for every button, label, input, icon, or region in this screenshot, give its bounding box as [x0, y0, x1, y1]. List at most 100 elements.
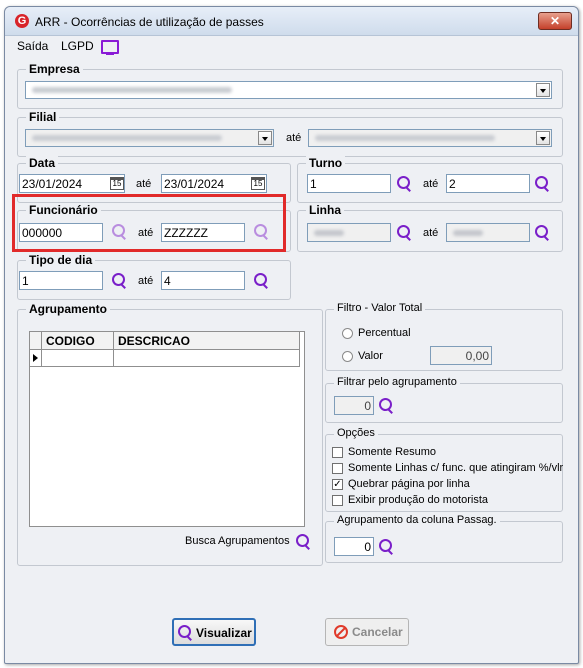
filial-group: Filial até: [17, 110, 563, 157]
busca-agrupamentos-label[interactable]: Busca Agrupamentos: [185, 535, 290, 547]
chevron-down-icon[interactable]: [536, 131, 550, 145]
agrupamento-coluna-label: Agrupamento da coluna Passag.: [334, 514, 500, 526]
calendar-icon[interactable]: 15: [251, 177, 265, 190]
agrupamento-label: Agrupamento: [26, 302, 110, 316]
menu-bar: Saída LGPD: [5, 36, 578, 56]
empresa-label: Empresa: [26, 62, 83, 76]
close-icon: ✕: [549, 14, 561, 28]
search-icon[interactable]: [378, 538, 395, 555]
search-icon[interactable]: [396, 175, 413, 192]
turno-from-input[interactable]: 1: [307, 174, 391, 193]
tipo-dia-group: Tipo de dia 1 até 4: [17, 253, 291, 300]
search-icon: [177, 624, 194, 641]
linha-label: Linha: [306, 203, 344, 217]
checkbox-somente-resumo-label[interactable]: Somente Resumo: [348, 446, 436, 458]
close-button[interactable]: ✕: [538, 12, 572, 30]
checkbox-quebrar-pagina-label[interactable]: Quebrar página por linha: [348, 478, 470, 490]
filtrar-agrupamento-value: 0: [364, 399, 371, 413]
grid-header-codigo[interactable]: CODIGO: [42, 332, 114, 350]
tipo-dia-from-value: 1: [22, 274, 29, 288]
filial-to-value-redacted: [315, 135, 495, 141]
grid-header-descricao[interactable]: DESCRICAO: [114, 332, 300, 350]
agrupamento-grid[interactable]: CODIGO DESCRICAO: [29, 331, 305, 527]
turno-group: Turno 1 até 2: [297, 156, 563, 203]
radio-valor[interactable]: [342, 351, 353, 362]
row-pointer-icon: [30, 350, 42, 367]
cancel-icon: [334, 625, 348, 639]
empresa-select[interactable]: [25, 81, 552, 99]
search-icon[interactable]: [111, 272, 128, 289]
grid-cell-codigo[interactable]: [42, 350, 114, 367]
checkbox-somente-resumo[interactable]: [332, 447, 343, 458]
checkbox-exibir-producao[interactable]: [332, 495, 343, 506]
menu-saida[interactable]: Saída: [17, 39, 48, 53]
tipo-dia-from-input[interactable]: 1: [19, 271, 103, 290]
visualizar-button[interactable]: Visualizar: [172, 618, 256, 646]
calendar-icon[interactable]: 15: [110, 177, 124, 190]
search-icon[interactable]: [378, 397, 395, 414]
search-icon[interactable]: [396, 224, 413, 241]
search-icon[interactable]: [534, 224, 551, 241]
title-bar: G ARR - Ocorrências de utilização de pas…: [5, 7, 578, 36]
funcionario-highlight-box: [12, 194, 286, 252]
search-icon[interactable]: [253, 272, 270, 289]
tipo-dia-to-input[interactable]: 4: [161, 271, 245, 290]
radio-percentual[interactable]: [342, 328, 353, 339]
tipo-dia-ate-label: até: [138, 275, 154, 287]
radio-valor-label[interactable]: Valor: [358, 350, 383, 362]
checkbox-quebrar-pagina[interactable]: ✓: [332, 479, 343, 490]
empresa-group: Empresa: [17, 62, 563, 109]
data-from-value: 23/01/2024: [22, 177, 83, 191]
opcoes-group: Opções Somente Resumo Somente Linhas c/ …: [325, 427, 563, 512]
chevron-down-icon[interactable]: [258, 131, 272, 145]
filial-to-select[interactable]: [308, 129, 552, 147]
filtrar-agrupamento-input[interactable]: 0: [334, 396, 374, 415]
agrupamento-coluna-group: Agrupamento da coluna Passag. 0: [325, 514, 563, 563]
checkbox-somente-linhas-label[interactable]: Somente Linhas c/ func. que atingiram %/…: [348, 462, 563, 474]
app-logo-icon: G: [15, 14, 29, 28]
main-window: G ARR - Ocorrências de utilização de pas…: [4, 6, 579, 664]
radio-percentual-label[interactable]: Percentual: [358, 327, 411, 339]
tipo-dia-to-value: 4: [164, 274, 171, 288]
turno-to-value: 2: [449, 177, 456, 191]
opcoes-label: Opções: [334, 427, 378, 439]
filial-ate-label: até: [286, 132, 302, 144]
filtrar-agrupamento-group: Filtrar pelo agrupamento 0: [325, 376, 563, 423]
chevron-down-icon[interactable]: [536, 83, 550, 97]
monitor-icon[interactable]: [101, 40, 119, 55]
data-label: Data: [26, 156, 59, 170]
data-to-value: 23/01/2024: [164, 177, 225, 191]
visualizar-label: Visualizar: [196, 626, 252, 640]
checkbox-exibir-producao-label[interactable]: Exibir produção do motorista: [348, 494, 488, 506]
valor-value: 0,00: [465, 349, 489, 363]
search-icon[interactable]: [534, 175, 551, 192]
filtrar-agrupamento-label: Filtrar pelo agrupamento: [334, 376, 460, 388]
turno-to-input[interactable]: 2: [446, 174, 530, 193]
agrupamento-coluna-input[interactable]: 0: [334, 537, 374, 556]
window-title: ARR - Ocorrências de utilização de passe…: [35, 15, 264, 29]
filial-label: Filial: [26, 110, 60, 124]
search-icon[interactable]: [295, 533, 312, 550]
linha-ate-label: até: [423, 227, 439, 239]
filtro-valor-label: Filtro - Valor Total: [334, 302, 426, 314]
linha-to-input[interactable]: [446, 223, 530, 242]
cancelar-label: Cancelar: [352, 625, 403, 639]
data-ate-label: até: [136, 178, 152, 190]
linha-from-value-redacted: [314, 230, 344, 236]
linha-from-input[interactable]: [307, 223, 391, 242]
cancelar-button[interactable]: Cancelar: [325, 618, 409, 646]
checkbox-somente-linhas[interactable]: [332, 463, 343, 474]
filtro-valor-group: Filtro - Valor Total Percentual Valor 0,…: [325, 302, 563, 371]
turno-from-value: 1: [310, 177, 317, 191]
turno-label: Turno: [306, 156, 346, 170]
valor-input[interactable]: 0,00: [430, 346, 492, 365]
empresa-value-redacted: [32, 87, 232, 93]
turno-ate-label: até: [423, 178, 439, 190]
filial-from-value-redacted: [32, 135, 222, 141]
grid-indicator-header: [30, 332, 42, 350]
grid-cell-descricao[interactable]: [114, 350, 300, 367]
tipo-dia-label: Tipo de dia: [26, 253, 96, 267]
linha-group: Linha até: [297, 203, 563, 252]
menu-lgpd[interactable]: LGPD: [61, 39, 94, 53]
filial-from-select[interactable]: [25, 129, 274, 147]
